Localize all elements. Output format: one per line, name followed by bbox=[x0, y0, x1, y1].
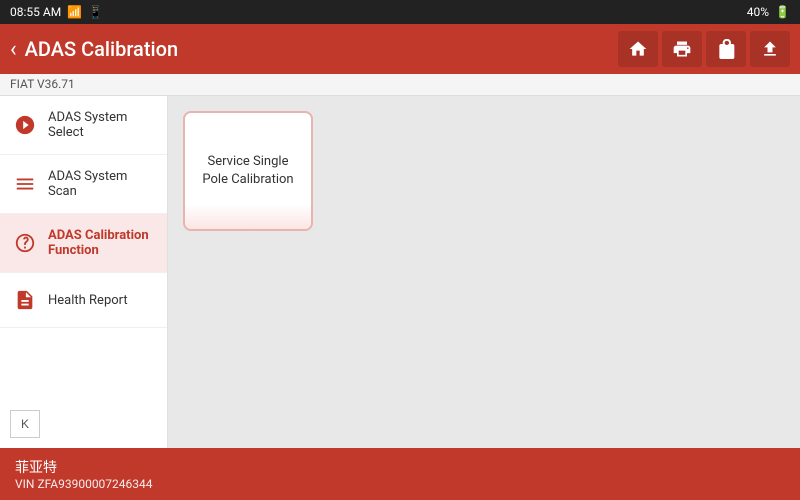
doc-icon bbox=[12, 287, 38, 313]
battery-icon: 🔋 bbox=[775, 5, 790, 19]
print-button[interactable] bbox=[662, 31, 702, 67]
header-icons bbox=[618, 31, 790, 67]
status-left: 08:55 AM 📶 📱 bbox=[10, 5, 103, 19]
print-icon bbox=[672, 39, 692, 59]
adas-icon bbox=[716, 39, 736, 59]
footer-vin: VIN ZFA93900007246344 bbox=[15, 477, 153, 491]
home-icon bbox=[628, 39, 648, 59]
footer-info: 菲亚特 VIN ZFA93900007246344 bbox=[15, 457, 153, 491]
sidebar-label-health-report: Health Report bbox=[48, 293, 128, 308]
home-button[interactable] bbox=[618, 31, 658, 67]
status-right: 40% 🔋 bbox=[747, 5, 790, 19]
adas-button[interactable] bbox=[706, 31, 746, 67]
sidebar-item-health-report[interactable]: Health Report bbox=[0, 273, 167, 328]
export-icon bbox=[760, 39, 780, 59]
header: ‹ ADAS Calibration bbox=[0, 24, 800, 74]
header-left: ‹ ADAS Calibration bbox=[10, 37, 178, 62]
sidebar-item-adas-system-select[interactable]: ADAS System Select bbox=[0, 96, 167, 155]
export-button[interactable] bbox=[750, 31, 790, 67]
crosshair-icon bbox=[12, 230, 38, 256]
sidebar-label-adas-calibration-function: ADAS Calibration Function bbox=[48, 228, 155, 258]
content-area: Service Single Pole Calibration bbox=[168, 96, 800, 448]
status-time: 08:55 AM bbox=[10, 5, 61, 19]
version-bar: FIAT V36.71 bbox=[0, 74, 800, 96]
header-title: ADAS Calibration bbox=[25, 37, 178, 61]
battery-level: 40% bbox=[747, 5, 769, 19]
wifi-icon: 📶 bbox=[67, 5, 82, 19]
sidebar: ADAS System Select ADAS System Scan ADAS… bbox=[0, 96, 168, 448]
card-label: Service Single Pole Calibration bbox=[195, 153, 301, 189]
sidebar-item-adas-system-scan[interactable]: ADAS System Scan bbox=[0, 155, 167, 214]
target-icon bbox=[12, 112, 38, 138]
back-button[interactable]: ‹ bbox=[10, 37, 17, 62]
sidebar-item-adas-calibration-function[interactable]: ADAS Calibration Function bbox=[0, 214, 167, 273]
signal-icon: 📱 bbox=[88, 5, 103, 19]
status-bar: 08:55 AM 📶 📱 40% 🔋 bbox=[0, 0, 800, 24]
sidebar-bottom: K bbox=[10, 410, 40, 438]
service-single-pole-card[interactable]: Service Single Pole Calibration bbox=[183, 111, 313, 231]
main-layout: ADAS System Select ADAS System Scan ADAS… bbox=[0, 96, 800, 448]
version-text: FIAT V36.71 bbox=[10, 77, 75, 91]
sidebar-label-adas-system-scan: ADAS System Scan bbox=[48, 169, 155, 199]
sidebar-label-adas-system-select: ADAS System Select bbox=[48, 110, 155, 140]
layers-icon bbox=[12, 171, 38, 197]
footer-title: 菲亚特 bbox=[15, 457, 153, 477]
k-button[interactable]: K bbox=[10, 410, 40, 438]
footer: 菲亚特 VIN ZFA93900007246344 bbox=[0, 448, 800, 500]
